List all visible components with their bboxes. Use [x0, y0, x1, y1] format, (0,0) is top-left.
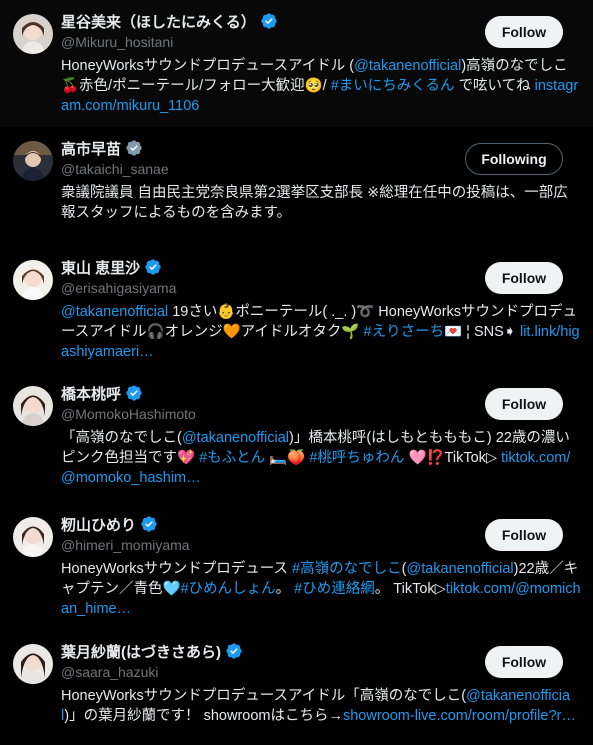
- follow-button[interactable]: Follow: [485, 16, 563, 48]
- user-cell[interactable]: 東山 恵里沙 @erisahigasiyama Follow @takaneno…: [0, 246, 593, 372]
- hashtag-link[interactable]: #まいにちみくるん: [331, 78, 455, 94]
- mention-link[interactable]: @takanenofficial: [61, 304, 168, 320]
- user-list: 星谷美来（ほしたにみくる） @Mikuru_hositani Follow Ho…: [0, 0, 593, 745]
- display-name[interactable]: 高市早苗: [61, 138, 121, 159]
- follow-button[interactable]: Follow: [485, 646, 563, 678]
- follow-button[interactable]: Follow: [485, 262, 563, 294]
- hashtag-link[interactable]: #もふとん: [199, 450, 265, 466]
- hashtag-link[interactable]: #えりさーち: [364, 324, 445, 340]
- display-name[interactable]: 星谷美来（ほしたにみくる）: [61, 11, 256, 32]
- display-name[interactable]: 葉月紗蘭(はづきさあら): [61, 641, 221, 662]
- user-cell[interactable]: 星谷美来（ほしたにみくる） @Mikuru_hositani Follow Ho…: [0, 0, 593, 127]
- display-name[interactable]: 橋本桃呼: [61, 383, 121, 404]
- user-bio: HoneyWorksサウンドプロデュースアイドル「高嶺のなでしこ(@takane…: [61, 686, 581, 726]
- bio-text: 💌 ¦ SNS➧: [444, 324, 520, 340]
- bio-text: 🩷⁉️TikTok▷: [404, 450, 502, 466]
- user-bio: HoneyWorksサウンドプロデュース #高嶺のなでしこ(@takanenof…: [61, 559, 581, 619]
- mention-link[interactable]: @takanenofficial: [354, 58, 461, 74]
- user-bio: 衆議院議員 自由民主党奈良県第2選挙区支部長 ※総理在任中の投稿は、一部広報スタ…: [61, 183, 581, 223]
- display-name[interactable]: 籾山ひめり: [61, 514, 136, 535]
- avatar[interactable]: [13, 386, 53, 426]
- bio-text: HoneyWorksサウンドプロデュースアイドル「高嶺のなでしこ(: [61, 688, 467, 704]
- user-cell[interactable]: 籾山ひめり @himeri_momiyama Follow HoneyWorks…: [0, 503, 593, 630]
- mention-link[interactable]: @takanenofficial: [406, 561, 513, 577]
- bio-text: )」の葉月紗蘭です！ showroomはこちら→: [64, 708, 343, 724]
- user-cell[interactable]: 葉月紗蘭(はづきさあら) @saara_hazuki Follow HoneyW…: [0, 630, 593, 745]
- verified-badge-icon[interactable]: [260, 12, 278, 30]
- bio-text: HoneyWorksサウンドプロデュース: [61, 561, 293, 577]
- following-button[interactable]: Following: [465, 143, 563, 175]
- url-link[interactable]: showroom-live.com/room/profile?r…: [343, 708, 576, 724]
- avatar[interactable]: [13, 517, 53, 557]
- user-cell[interactable]: 橋本桃呼 @MomokoHashimoto Follow 「高嶺のなでしこ(@t…: [0, 372, 593, 503]
- verified-badge-icon[interactable]: [125, 384, 143, 402]
- verified-badge-icon[interactable]: [144, 258, 162, 276]
- follow-button[interactable]: Follow: [485, 519, 563, 551]
- hashtag-link[interactable]: #高嶺のなでしこ: [292, 561, 402, 577]
- user-bio: HoneyWorksサウンドプロデュースアイドル (@takanenoffici…: [61, 56, 581, 116]
- user-bio: @takanenofficial 19さい👶ポニーテール( ._. )➰ Hon…: [61, 302, 581, 362]
- bio-text: 。 TikTok▷: [374, 581, 446, 597]
- bio-text: 。: [275, 581, 295, 597]
- display-name[interactable]: 東山 恵里沙: [61, 257, 140, 278]
- verified-badge-icon[interactable]: [125, 139, 143, 157]
- bio-text: HoneyWorksサウンドプロデュースアイドル (: [61, 58, 355, 74]
- bio-text: で呟いてね: [454, 78, 535, 94]
- user-bio: 「高嶺のなでしこ(@takanenofficial)」橋本桃呼(はしもともももこ…: [61, 428, 581, 488]
- avatar[interactable]: [13, 644, 53, 684]
- hashtag-link[interactable]: #ひめんしょん: [181, 581, 276, 597]
- avatar[interactable]: [13, 260, 53, 300]
- verified-badge-icon[interactable]: [225, 642, 243, 660]
- mention-link[interactable]: @takanenofficial: [182, 430, 289, 446]
- hashtag-link[interactable]: #ひめ連絡網: [294, 581, 375, 597]
- avatar[interactable]: [13, 14, 53, 54]
- bio-text: 衆議院議員 自由民主党奈良県第2選挙区支部長 ※総理在任中の投稿は、一部広報スタ…: [61, 185, 568, 221]
- user-cell[interactable]: 高市早苗 @takaichi_sanae Following 衆議院議員 自由民…: [0, 127, 593, 246]
- follow-button[interactable]: Follow: [485, 388, 563, 420]
- verified-badge-icon[interactable]: [140, 515, 158, 533]
- bio-text: 🛏️🍑: [265, 450, 310, 466]
- hashtag-link[interactable]: #桃呼ちゅわん: [309, 450, 404, 466]
- avatar[interactable]: [13, 141, 53, 181]
- bio-text: 「高嶺のなでしこ(: [61, 430, 182, 446]
